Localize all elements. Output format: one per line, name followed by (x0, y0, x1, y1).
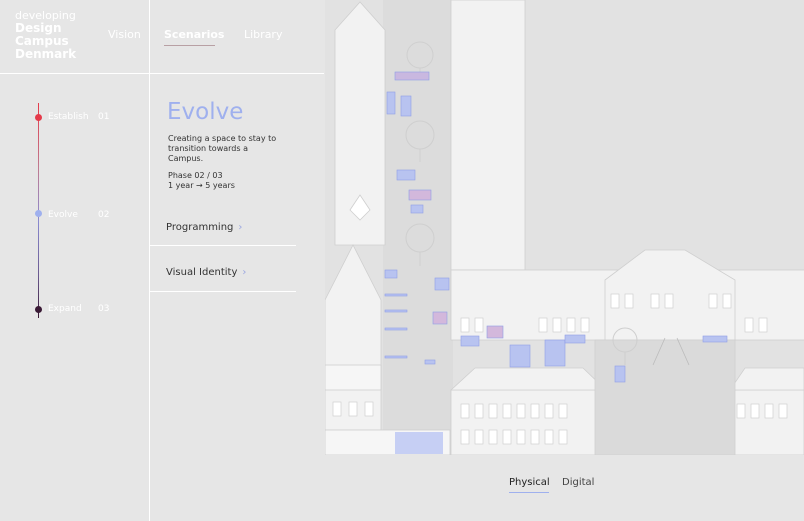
phase-info: Phase 02 / 03 1 year → 5 years (168, 171, 235, 191)
chevron-right-icon: › (238, 222, 243, 233)
visual-identity-link[interactable]: Visual Identity › (166, 267, 246, 278)
page: developing Design Campus Denmark Vision … (0, 0, 804, 521)
timeline-num-evolve: 02 (98, 210, 110, 220)
campus-map[interactable] (325, 0, 804, 455)
nav-library[interactable]: Library (244, 28, 282, 41)
timeline-num-establish: 01 (98, 112, 110, 122)
vertical-divider (149, 0, 150, 521)
menu-divider (150, 291, 296, 292)
programming-link[interactable]: Programming › (166, 222, 242, 233)
timeline-label-evolve[interactable]: Evolve (48, 210, 78, 220)
visual-identity-label: Visual Identity (166, 267, 238, 278)
phase-title: Evolve (167, 99, 244, 125)
nav-vision[interactable]: Vision (108, 28, 141, 41)
header-divider (0, 73, 324, 74)
timeline-label-establish[interactable]: Establish (48, 112, 89, 122)
nav-scenarios[interactable]: Scenarios (164, 28, 224, 41)
phase-description: Creating a space to stay to transition t… (168, 134, 277, 163)
chevron-right-icon: › (242, 267, 247, 278)
tab-physical[interactable]: Physical (509, 477, 550, 488)
nav-active-underline (164, 45, 215, 46)
menu-divider (150, 245, 296, 246)
timeline-dot-evolve[interactable] (35, 210, 42, 217)
logo[interactable]: developing Design Campus Denmark (15, 9, 76, 61)
phase-duration: 1 year → 5 years (168, 181, 235, 190)
phase-counter: Phase 02 / 03 (168, 171, 223, 180)
timeline-label-expand[interactable]: Expand (48, 304, 82, 314)
timeline-dot-expand[interactable] (35, 306, 42, 313)
timeline-dot-establish[interactable] (35, 114, 42, 121)
tab-digital[interactable]: Digital (562, 477, 594, 488)
timeline-num-expand: 03 (98, 304, 110, 314)
tab-active-underline (509, 492, 549, 493)
logo-line4: Denmark (15, 47, 77, 61)
programming-label: Programming (166, 222, 234, 233)
campus-illustration (325, 0, 804, 455)
